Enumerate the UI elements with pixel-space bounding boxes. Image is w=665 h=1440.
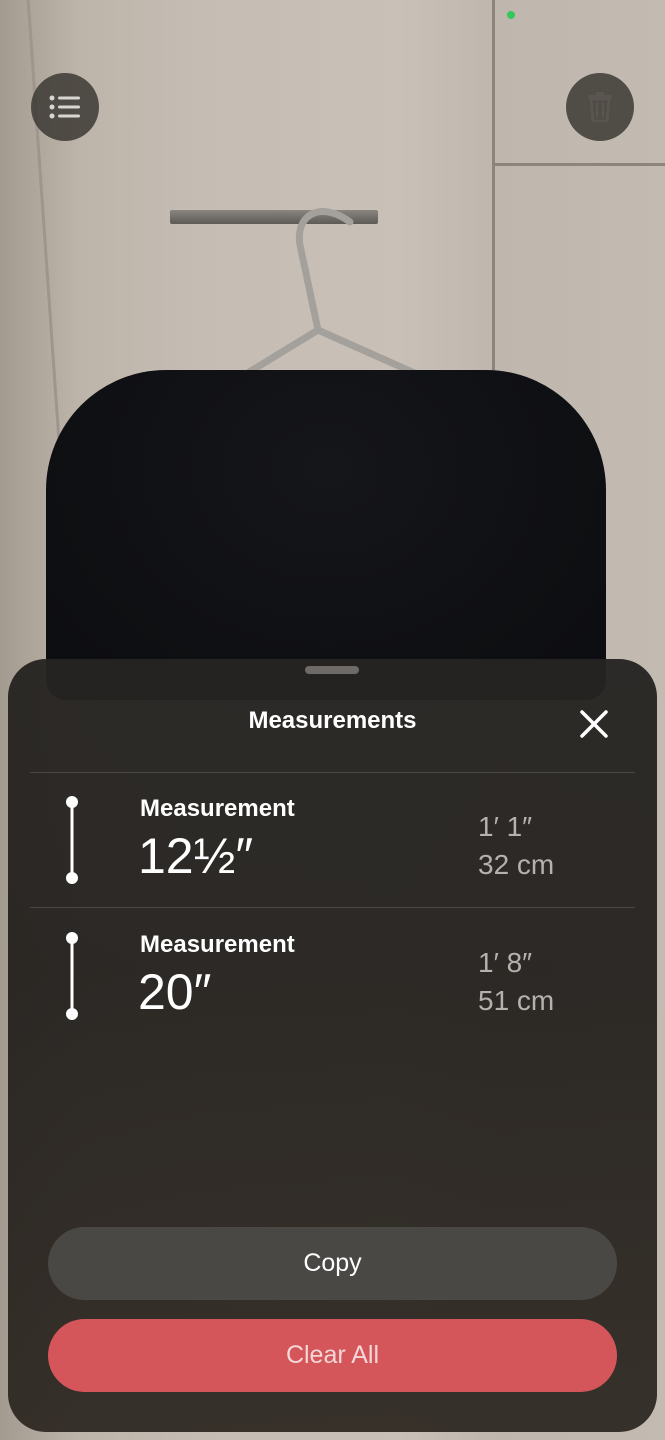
measure-line-icon	[66, 932, 78, 1020]
measurement-row[interactable]: Measurement 20″ 1′ 8″ 51 cm	[8, 909, 657, 1043]
privacy-indicator-dot	[507, 11, 515, 19]
measurement-label: Measurement	[140, 795, 295, 822]
measurements-sheet: Measurements Measurement 12½″ 1′ 1″ 32 c…	[8, 659, 657, 1432]
measurement-label: Measurement	[140, 931, 295, 958]
measurement-alt-metric: 51 cm	[478, 985, 555, 1016]
measurement-row[interactable]: Measurement 12½″ 1′ 1″ 32 cm	[8, 773, 657, 907]
sheet-grabber[interactable]	[305, 666, 359, 674]
measure-line-icon	[66, 796, 78, 884]
measurement-alt-imperial: 1′ 1″	[478, 811, 533, 842]
trash-icon	[588, 92, 612, 123]
measurement-alt-metric: 32 cm	[478, 849, 555, 880]
measurement-alt-imperial: 1′ 8″	[478, 947, 533, 978]
clear-all-button[interactable]: Clear All	[48, 1319, 617, 1392]
list-button[interactable]	[31, 73, 99, 141]
close-button[interactable]	[575, 705, 613, 743]
measurement-value: 20″	[138, 964, 212, 1020]
sweater	[46, 370, 606, 700]
screen: Measurements Measurement 12½″ 1′ 1″ 32 c…	[0, 0, 665, 1440]
close-icon	[580, 710, 608, 738]
list-icon	[49, 95, 80, 119]
divider	[30, 907, 635, 908]
sheet-title: Measurements	[248, 707, 417, 734]
measurement-value: 12½″	[138, 828, 254, 884]
copy-button[interactable]: Copy	[48, 1227, 617, 1300]
delete-button[interactable]	[566, 73, 634, 141]
